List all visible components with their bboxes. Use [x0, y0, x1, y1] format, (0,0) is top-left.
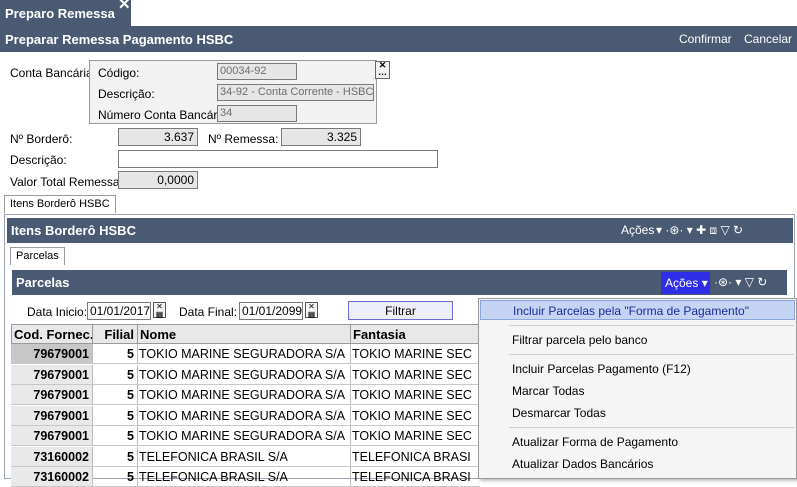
- cell-filial: 5: [92, 385, 138, 405]
- descricao-input[interactable]: [118, 150, 438, 168]
- close-icon[interactable]: ✕: [118, 0, 131, 12]
- window-header: Preparar Remessa Pagamento HSBC Confirma…: [0, 26, 797, 52]
- cell-cod-fornec: 79679001: [11, 426, 93, 446]
- document-tab-label: Preparo Remessa: [5, 6, 115, 21]
- lookup-button[interactable]: ✕…: [375, 61, 390, 79]
- bordero-label: Nº Borderô:: [10, 132, 73, 146]
- confirm-button[interactable]: Confirmar: [679, 32, 732, 46]
- codigo-field[interactable]: 00034-92: [217, 63, 297, 80]
- cell-fantasia: TOKIO MARINE SEC: [350, 426, 480, 446]
- cell-nome: TOKIO MARINE SEGURADORA S/A: [137, 385, 351, 405]
- cell-fantasia: TOKIO MARINE SEC: [350, 385, 480, 405]
- descricao-conta-field[interactable]: 34-92 - Conta Corrente - HSBC B: [217, 84, 374, 101]
- cell-filial: 5: [92, 344, 138, 364]
- document-tab[interactable]: Preparo Remessa: [0, 0, 131, 26]
- menu-item-marcar-todas[interactable]: Marcar Todas: [480, 381, 795, 401]
- cell-nome: TELEFONICA BRASIL S/A: [137, 467, 351, 487]
- parcelas-acoes-label: Ações: [665, 276, 699, 290]
- remessa-label: Nº Remessa:: [208, 132, 279, 146]
- data-inicio-input[interactable]: 01/01/2017: [87, 302, 151, 320]
- cell-cod-fornec: 79679001: [11, 344, 93, 364]
- column-header-nome[interactable]: Nome: [137, 324, 351, 344]
- cell-fantasia: TOKIO MARINE SEC: [350, 344, 480, 364]
- ellipsis-icon: …: [378, 67, 387, 77]
- calendar-icon[interactable]: ✕ ▦: [153, 302, 166, 319]
- menu-separator: [509, 325, 794, 326]
- parcelas-panel-title: Parcelas: [16, 275, 70, 290]
- menu-item-desmarcar-todas[interactable]: Desmarcar Todas: [480, 403, 795, 423]
- cell-nome: TOKIO MARINE SEGURADORA S/A: [137, 406, 351, 426]
- parcelas-acoes-button[interactable]: Ações ▾: [661, 272, 710, 294]
- cell-cod-fornec: 79679001: [11, 406, 93, 426]
- itens-acoes-button[interactable]: Ações: [621, 223, 654, 237]
- cell-fantasia: TOKIO MARINE SEC: [350, 406, 480, 426]
- cell-fantasia: TELEFONICA BRASI: [350, 467, 480, 487]
- cell-filial: 5: [92, 447, 138, 467]
- acoes-dropdown-menu: Incluir Parcelas pela "Forma de Pagament…: [478, 298, 797, 479]
- codigo-label: Código:: [98, 66, 140, 80]
- descricao-label: Descrição:: [10, 153, 67, 167]
- conta-bancaria-label: Conta Bancária:: [10, 66, 97, 80]
- cell-nome: TOKIO MARINE SEGURADORA S/A: [137, 426, 351, 446]
- numero-conta-field[interactable]: 34: [217, 105, 297, 122]
- column-header-filial[interactable]: Filial: [92, 324, 138, 344]
- valor-total-field[interactable]: 0,0000: [118, 171, 198, 189]
- remessa-field[interactable]: 3.325: [281, 128, 361, 146]
- data-final-label: Data Final:: [179, 305, 238, 319]
- itens-toolbar-icons[interactable]: ▾ ·⊛· ▾ ✚ ⧈ ▽ ↻: [656, 223, 743, 238]
- bordero-field[interactable]: 3.637: [118, 128, 198, 146]
- cell-nome: TELEFONICA BRASIL S/A: [137, 447, 351, 467]
- data-inicio-label: Data Inicio:: [27, 305, 88, 319]
- cell-filial: 5: [92, 365, 138, 385]
- tab-parcelas[interactable]: Parcelas: [10, 247, 65, 265]
- valor-total-label: Valor Total Remessa:: [10, 175, 123, 189]
- itens-panel-header: Itens Borderô HSBC Ações ▾ ·⊛· ▾ ✚ ⧈ ▽ ↻: [7, 218, 793, 243]
- page-title: Preparar Remessa Pagamento HSBC: [5, 32, 234, 47]
- cell-cod-fornec: 79679001: [11, 365, 93, 385]
- chevron-down-icon: ▾: [701, 276, 708, 290]
- tab-itens-bordero[interactable]: Itens Borderô HSBC: [4, 195, 116, 213]
- cell-fantasia: TELEFONICA BRASI: [350, 447, 480, 467]
- cell-filial: 5: [92, 406, 138, 426]
- descricao-conta-label: Descrição:: [98, 87, 155, 101]
- filtrar-button[interactable]: Filtrar: [348, 301, 453, 320]
- column-header-cod-fornec[interactable]: Cod. Fornec.: [11, 324, 93, 344]
- menu-item-incluir-forma-pagamento[interactable]: Incluir Parcelas pela "Forma de Pagament…: [480, 300, 795, 320]
- menu-separator: [509, 427, 794, 428]
- cell-cod-fornec: 79679001: [11, 385, 93, 405]
- parcelas-toolbar-icons[interactable]: ·⊛· ▾ ▽ ↻: [714, 275, 767, 289]
- cell-cod-fornec: 73160002: [11, 467, 93, 487]
- column-header-fantasia[interactable]: Fantasia: [350, 324, 480, 344]
- menu-item-atualizar-dados-bancarios[interactable]: Atualizar Dados Bancários: [480, 454, 795, 474]
- menu-item-atualizar-forma-pagamento[interactable]: Atualizar Forma de Pagamento: [480, 432, 795, 452]
- numero-conta-label: Número Conta Bancária:: [98, 108, 231, 122]
- data-final-input[interactable]: 01/01/2099: [239, 302, 303, 320]
- calendar-icon[interactable]: ✕ ▦: [305, 302, 318, 319]
- itens-panel-title: Itens Borderô HSBC: [11, 223, 136, 238]
- menu-item-incluir-f12[interactable]: Incluir Parcelas Pagamento (F12): [480, 359, 795, 379]
- cell-filial: 5: [92, 426, 138, 446]
- cell-filial: 5: [92, 467, 138, 487]
- cell-nome: TOKIO MARINE SEGURADORA S/A: [137, 365, 351, 385]
- menu-separator: [509, 354, 794, 355]
- cell-cod-fornec: 73160002: [11, 447, 93, 467]
- menu-item-filtrar-banco[interactable]: Filtrar parcela pelo banco: [480, 330, 795, 350]
- cell-nome: TOKIO MARINE SEGURADORA S/A: [137, 344, 351, 364]
- cell-fantasia: TOKIO MARINE SEC: [350, 365, 480, 385]
- cancel-button[interactable]: Cancelar: [744, 32, 792, 46]
